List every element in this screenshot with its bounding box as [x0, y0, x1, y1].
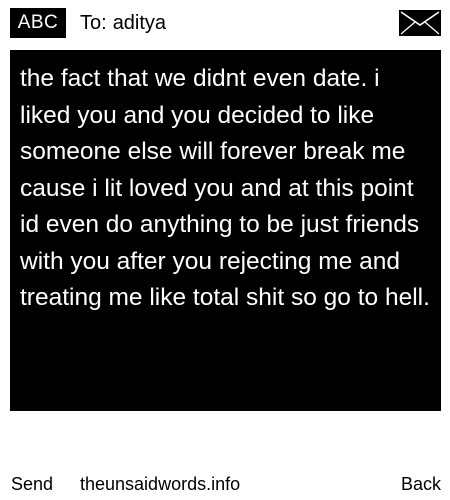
message-body-area[interactable]: the fact that we didnt even date. i like… — [10, 50, 441, 411]
site-link[interactable]: theunsaidwords.info — [80, 472, 240, 496]
recipient-field[interactable]: To: aditya — [80, 8, 166, 38]
message-text: the fact that we didnt even date. i like… — [20, 65, 430, 311]
recipient-prefix: To: — [80, 12, 107, 34]
input-mode-badge: ABC — [10, 8, 66, 38]
envelope-icon — [399, 10, 441, 36]
back-button[interactable]: Back — [401, 472, 441, 496]
send-button[interactable]: Send — [11, 472, 53, 496]
recipient-name: aditya — [112, 12, 167, 34]
